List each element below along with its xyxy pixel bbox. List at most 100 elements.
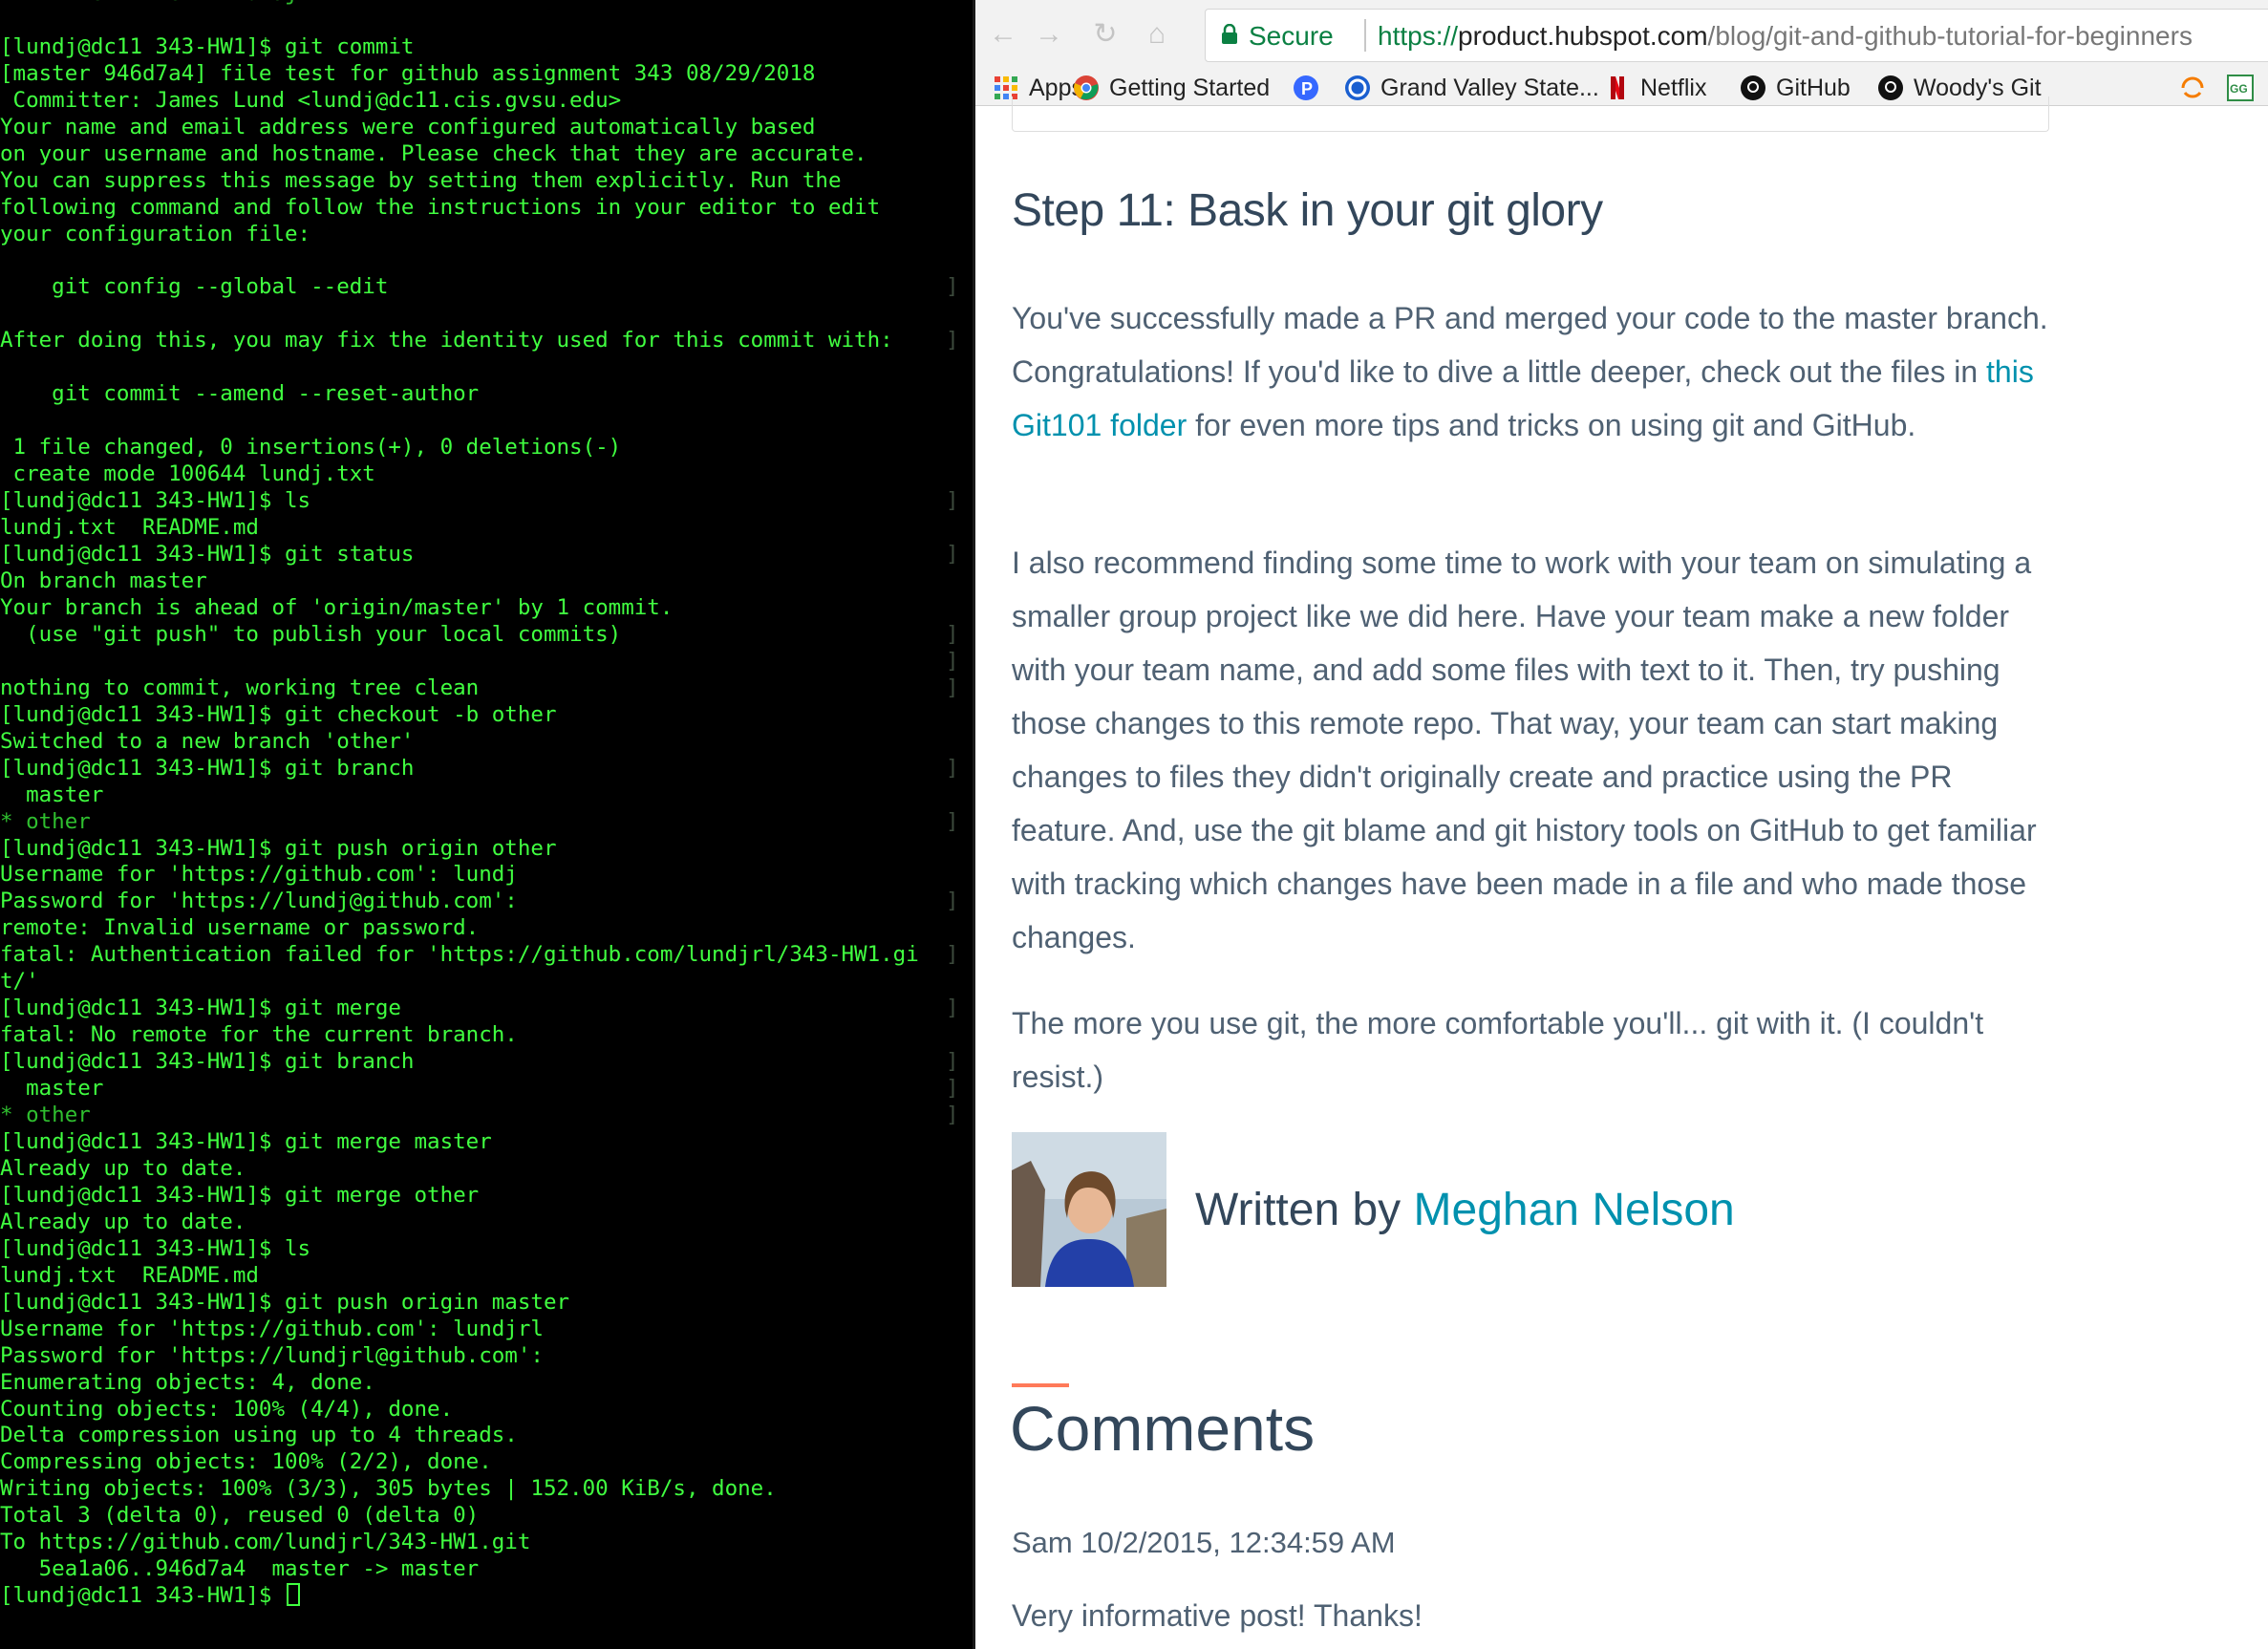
terminal-line-text: git commit --amend --reset-author <box>0 381 480 407</box>
line-wrap-marker: ] <box>946 1103 959 1128</box>
terminal-line-text: master <box>0 1076 104 1102</box>
terminal-line: Total 3 (delta 0), reused 0 (delta 0) <box>0 1503 973 1530</box>
line-wrap-marker: ] <box>946 648 959 674</box>
terminal-line: Committer: James Lund <lundj@dc11.cis.gv… <box>0 88 973 115</box>
lock-icon[interactable] <box>1221 24 1238 45</box>
terminal-line: On branch master <box>0 568 973 595</box>
reload-icon[interactable]: ↻ <box>1092 20 1119 49</box>
terminal-line: Username for 'https://github.com': lundj <box>0 862 973 889</box>
line-wrap-marker: ] <box>946 889 959 914</box>
terminal-line-text: Total 3 (delta 0), reused 0 (delta 0) <box>0 1503 480 1529</box>
terminal-line: [lundj@dc11 343-HW1]$ git push origin ot… <box>0 836 973 863</box>
back-arrow-icon[interactable]: ← <box>989 20 1017 49</box>
byline-prefix: Written by <box>1195 1185 1414 1235</box>
terminal-line: Already up to date. <box>0 1156 973 1183</box>
terminal-line: on your username and hostname. Please ch… <box>0 141 973 168</box>
terminal-line-text: Password for 'https://lundjrl@github.com… <box>0 1342 544 1368</box>
terminal-output: new file: lundj.txt [lundj@dc11 343-HW1]$… <box>0 0 973 1610</box>
paragraph-text: for even more tips and tricks on using g… <box>1187 408 1916 442</box>
line-wrap-marker: ] <box>946 1076 959 1102</box>
address-bar[interactable]: Secure https://product.hubspot.com/blog/… <box>1205 9 2268 62</box>
terminal-line: t/' <box>0 969 973 996</box>
paragraph-3: The more you use git, the more comfortab… <box>1012 1006 1984 1094</box>
secure-label[interactable]: Secure <box>1249 21 1334 52</box>
terminal-line: [lundj@dc11 343-HW1]$ git branch] <box>0 756 973 782</box>
terminal-line: Password for 'https://lundjrl@github.com… <box>0 1343 973 1370</box>
terminal-line-text: [lundj@dc11 343-HW1]$ git branch <box>0 1049 415 1075</box>
terminal-line: Password for 'https://lundj@github.com':… <box>0 889 973 915</box>
terminal-line: * other] <box>0 809 973 836</box>
terminal-line-text: [lundj@dc11 343-HW1]$ ls <box>0 1235 311 1261</box>
forward-arrow-icon[interactable]: → <box>1035 20 1063 49</box>
url-path: /blog/git-and-github-tutorial-for-beginn… <box>1707 21 2193 51</box>
terminal-line: your configuration file: <box>0 222 973 248</box>
comments-accent-bar <box>1012 1383 1069 1387</box>
comments-title: Comments <box>1010 1393 1316 1464</box>
paragraph-text: You've successfully made a PR and merged… <box>1012 301 2048 389</box>
terminal-line: nothing to commit, working tree clean] <box>0 675 973 702</box>
previous-section-box <box>1012 96 2049 132</box>
terminal-line-text: * other <box>0 1103 91 1128</box>
terminal-line-text: [lundj@dc11 343-HW1]$ git checkout -b ot… <box>0 701 557 727</box>
terminal-line: Already up to date. <box>0 1210 973 1236</box>
paragraph-2: I also recommend finding some time to wo… <box>1012 546 2037 954</box>
loading-icon <box>2181 76 2204 98</box>
terminal-line: [lundj@dc11 343-HW1]$ git merge] <box>0 996 973 1022</box>
terminal-line-text: Username for 'https://github.com': lundj… <box>0 1316 544 1341</box>
terminal-line: To https://github.com/lundjrl/343-HW1.gi… <box>0 1530 973 1556</box>
home-icon[interactable]: ⌂ <box>1144 20 1170 49</box>
comment-body: Very informative post! Thanks! <box>1012 1598 1423 1633</box>
terminal-line-text: [lundj@dc11 343-HW1]$ git merge other <box>0 1182 480 1208</box>
url-host: product.hubspot.com <box>1458 21 1708 51</box>
terminal-line-text: Username for 'https://github.com': lundj <box>0 862 518 888</box>
terminal-line-text: git config --global --edit <box>0 274 389 300</box>
terminal-line-text: Password for 'https://lundj@github.com': <box>0 889 518 914</box>
browser-window: ← → ↻ ⌂ Secure https://product.hubspot.c… <box>975 0 2268 1649</box>
terminal-line: [lundj@dc11 343-HW1]$ git branch] <box>0 1049 973 1076</box>
terminal-line-text: create mode 100644 lundj.txt <box>0 461 375 487</box>
terminal-line-text: nothing to commit, working tree clean <box>0 675 480 700</box>
bookmark-loading[interactable] <box>2179 71 2215 105</box>
terminal-line-text: remote: Invalid username or password. <box>0 915 480 941</box>
line-wrap-marker: ] <box>946 942 959 968</box>
url-text[interactable]: https://product.hubspot.com/blog/git-and… <box>1378 21 2193 52</box>
terminal-line: Delta compression using up to 4 threads. <box>0 1423 973 1449</box>
terminal-line: [lundj@dc11 343-HW1]$ <box>0 1583 973 1610</box>
terminal-line: lundj.txt README.md <box>0 515 973 542</box>
terminal-line: 5ea1a06..946d7a4 master -> master <box>0 1556 973 1583</box>
terminal-line-text: Your name and email address were configu… <box>0 114 816 139</box>
terminal-line-text: (use "git push" to publish your local co… <box>0 621 622 647</box>
terminal-line-text: Switched to a new branch 'other' <box>0 728 415 754</box>
terminal-line-text: 1 file changed, 0 insertions(+), 0 delet… <box>0 435 622 460</box>
terminal-line: 1 file changed, 0 insertions(+), 0 delet… <box>0 435 973 461</box>
omnibox-separator <box>1364 19 1366 52</box>
terminal-line-text: [master 946d7a4] file test for github as… <box>0 60 816 86</box>
bookmark-gfg[interactable]: GG <box>2227 71 2263 105</box>
terminal-line-text: 5ea1a06..946d7a4 master -> master <box>0 1556 480 1582</box>
terminal-line: Your branch is ahead of 'origin/master' … <box>0 595 973 622</box>
terminal-line: After doing this, you may fix the identi… <box>0 328 973 354</box>
terminal-line-text: [lundj@dc11 343-HW1]$ <box>0 1583 286 1609</box>
terminal-line: remote: Invalid username or password. <box>0 915 973 942</box>
line-wrap-marker: ] <box>946 488 959 514</box>
terminal-line-text: [lundj@dc11 343-HW1]$ git push origin ma… <box>0 1289 570 1315</box>
line-wrap-marker: ] <box>946 621 959 647</box>
terminal-window[interactable]: new file: lundj.txt [lundj@dc11 343-HW1]$… <box>0 0 973 1649</box>
terminal-line: [lundj@dc11 343-HW1]$ git merge other <box>0 1183 973 1210</box>
terminal-line-text: lundj.txt README.md <box>0 515 259 541</box>
section-heading: Step 11: Bask in your git glory <box>1012 185 1603 236</box>
terminal-line: following command and follow the instruc… <box>0 195 973 222</box>
author-name-link[interactable]: Meghan Nelson <box>1414 1185 1735 1235</box>
terminal-line-text: Already up to date. <box>0 1209 246 1234</box>
terminal-line-text: master <box>0 782 104 807</box>
line-wrap-marker: ] <box>946 808 959 834</box>
comment-meta: Sam 10/2/2015, 12:34:59 AM <box>1012 1526 1396 1559</box>
terminal-line-text: [lundj@dc11 343-HW1]$ git merge master <box>0 1128 492 1154</box>
author-avatar[interactable] <box>1012 1132 1166 1287</box>
terminal-line-text: [lundj@dc11 343-HW1]$ git merge <box>0 996 401 1021</box>
terminal-line-text: Writing objects: 100% (3/3), 305 bytes |… <box>0 1476 777 1502</box>
terminal-line: fatal: No remote for the current branch. <box>0 1022 973 1049</box>
